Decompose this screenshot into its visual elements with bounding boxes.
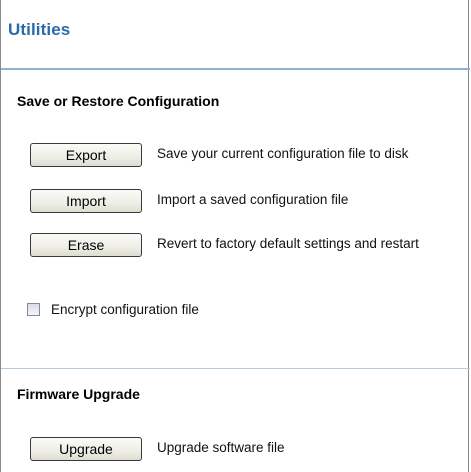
title-divider bbox=[1, 68, 470, 70]
upgrade-button[interactable]: Upgrade bbox=[30, 437, 142, 461]
erase-button[interactable]: Erase bbox=[30, 233, 142, 257]
export-button[interactable]: Export bbox=[30, 143, 142, 167]
export-description: Save your current configuration file to … bbox=[157, 146, 409, 161]
erase-description: Revert to factory default settings and r… bbox=[157, 236, 419, 251]
utilities-panel: Utilities Save or Restore Configuration … bbox=[0, 0, 470, 472]
upgrade-description: Upgrade software file bbox=[157, 440, 285, 455]
encrypt-checkbox-label: Encrypt configuration file bbox=[51, 302, 199, 317]
page-title: Utilities bbox=[8, 20, 71, 39]
import-description: Import a saved configuration file bbox=[157, 192, 349, 207]
import-button[interactable]: Import bbox=[30, 189, 142, 213]
encrypt-checkbox[interactable] bbox=[27, 303, 40, 316]
save-restore-heading: Save or Restore Configuration bbox=[17, 93, 220, 109]
firmware-upgrade-heading: Firmware Upgrade bbox=[17, 386, 140, 402]
section-divider bbox=[1, 368, 470, 369]
